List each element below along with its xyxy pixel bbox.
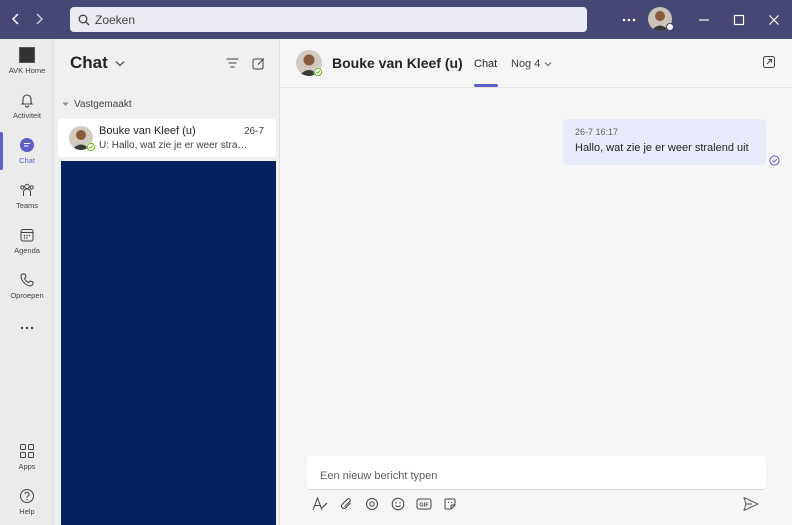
rail-label: Chat <box>19 156 35 165</box>
emoji-icon[interactable] <box>388 494 408 514</box>
chat-item-date: 26-7 <box>243 126 264 137</box>
read-receipt-icon <box>769 155 780 166</box>
popout-icon[interactable] <box>762 55 776 69</box>
presence-badge <box>666 23 674 31</box>
chat-list-item[interactable]: Bouke van Kleef (u) 26-7 U: Hallo, wat z… <box>58 119 276 157</box>
redacted-block <box>61 161 276 525</box>
message-text: Hallo, wat zie je er weer stralend uit <box>575 142 749 154</box>
message-composer[interactable]: Een nieuw bericht typen <box>307 456 766 490</box>
tab-chat[interactable]: Chat <box>474 58 497 70</box>
rail-more-apps[interactable] <box>0 321 54 366</box>
rail-label: Apps <box>18 462 36 471</box>
help-icon <box>20 489 34 503</box>
available-status-icon <box>86 142 96 152</box>
apps-icon <box>20 444 34 458</box>
loop-icon[interactable] <box>362 494 382 514</box>
active-tab-indicator <box>474 84 498 87</box>
composer-toolbar: GIF <box>310 494 466 514</box>
title-bar: Zoeken <box>0 0 792 39</box>
caret-down-icon <box>62 102 69 106</box>
message-bubble[interactable]: 26-7 16:17 Hallo, wat zie je er weer str… <box>563 119 766 165</box>
rail-item-chat[interactable]: Chat <box>0 133 54 178</box>
phone-icon <box>20 273 34 287</box>
more-options-icon[interactable] <box>617 8 641 32</box>
available-status-icon <box>313 67 323 77</box>
attach-icon[interactable] <box>336 494 356 514</box>
send-icon[interactable] <box>742 495 760 513</box>
chat-item-name: Bouke van Kleef (u) <box>99 125 196 137</box>
conversation-pane: Bouke van Kleef (u) Chat Nog 4 26-7 16:1… <box>280 39 792 525</box>
chat-item-preview: U: Hallo, wat zie je er weer stralend ui… <box>99 140 249 151</box>
org-logo-icon <box>19 47 35 63</box>
maximize-icon[interactable] <box>727 8 751 32</box>
conversation-header: Bouke van Kleef (u) Chat Nog 4 <box>280 39 792 88</box>
rail-item-activity[interactable]: Activiteit <box>0 88 54 133</box>
rail-label: AVK Home <box>8 66 46 75</box>
rail-label: Agenda <box>14 246 40 255</box>
rail-item-apps[interactable]: Apps <box>0 439 54 484</box>
forward-arrow-icon[interactable] <box>29 9 49 29</box>
rail-label: Oproepen <box>10 291 44 300</box>
rail-item-teams[interactable]: Teams <box>0 178 54 223</box>
search-input[interactable]: Zoeken <box>70 7 587 32</box>
svg-text:GIF: GIF <box>419 502 429 508</box>
gif-icon[interactable]: GIF <box>414 494 434 514</box>
close-icon[interactable] <box>762 8 786 32</box>
rail-label: Teams <box>15 201 39 210</box>
sticker-icon[interactable] <box>440 494 460 514</box>
back-arrow-icon[interactable] <box>6 9 26 29</box>
filter-icon[interactable] <box>224 55 240 71</box>
search-placeholder: Zoeken <box>95 12 136 27</box>
bell-icon <box>20 94 34 108</box>
chat-list-title: Chat <box>70 53 108 72</box>
rail-label: Activiteit <box>13 111 41 120</box>
pinned-label: Vastgemaakt <box>74 99 132 110</box>
chevron-down-icon <box>115 60 125 66</box>
conversation-title: Bouke van Kleef (u) <box>332 55 463 71</box>
teams-icon <box>20 183 34 196</box>
tab-more[interactable]: Nog 4 <box>511 58 552 70</box>
pinned-section-header[interactable]: Vastgemaakt <box>62 99 132 110</box>
chat-list-header[interactable]: Chat <box>70 53 125 73</box>
chat-list-pane: Chat Vastgemaakt Bouke van Kleef (u) 26-… <box>54 39 280 525</box>
rail-label: Help <box>19 507 35 516</box>
rail-item-help[interactable]: Help <box>0 484 54 525</box>
app-rail: AVK Home Activiteit Chat Teams Agenda Op… <box>0 39 54 525</box>
chat-icon <box>20 138 34 152</box>
more-icon <box>20 326 34 330</box>
chevron-down-icon <box>545 62 552 67</box>
search-icon <box>78 14 90 25</box>
message-timestamp: 26-7 16:17 <box>575 127 619 137</box>
composer-placeholder: Een nieuw bericht typen <box>320 470 438 482</box>
format-icon[interactable] <box>310 494 330 514</box>
calendar-icon <box>20 229 34 242</box>
new-chat-icon[interactable] <box>250 55 266 71</box>
rail-item-calls[interactable]: Oproepen <box>0 268 54 313</box>
tab-more-label: Nog 4 <box>511 58 541 70</box>
rail-item-agenda[interactable]: Agenda <box>0 223 54 268</box>
rail-item-avk-home[interactable]: AVK Home <box>0 43 54 88</box>
minimize-icon[interactable] <box>692 8 716 32</box>
